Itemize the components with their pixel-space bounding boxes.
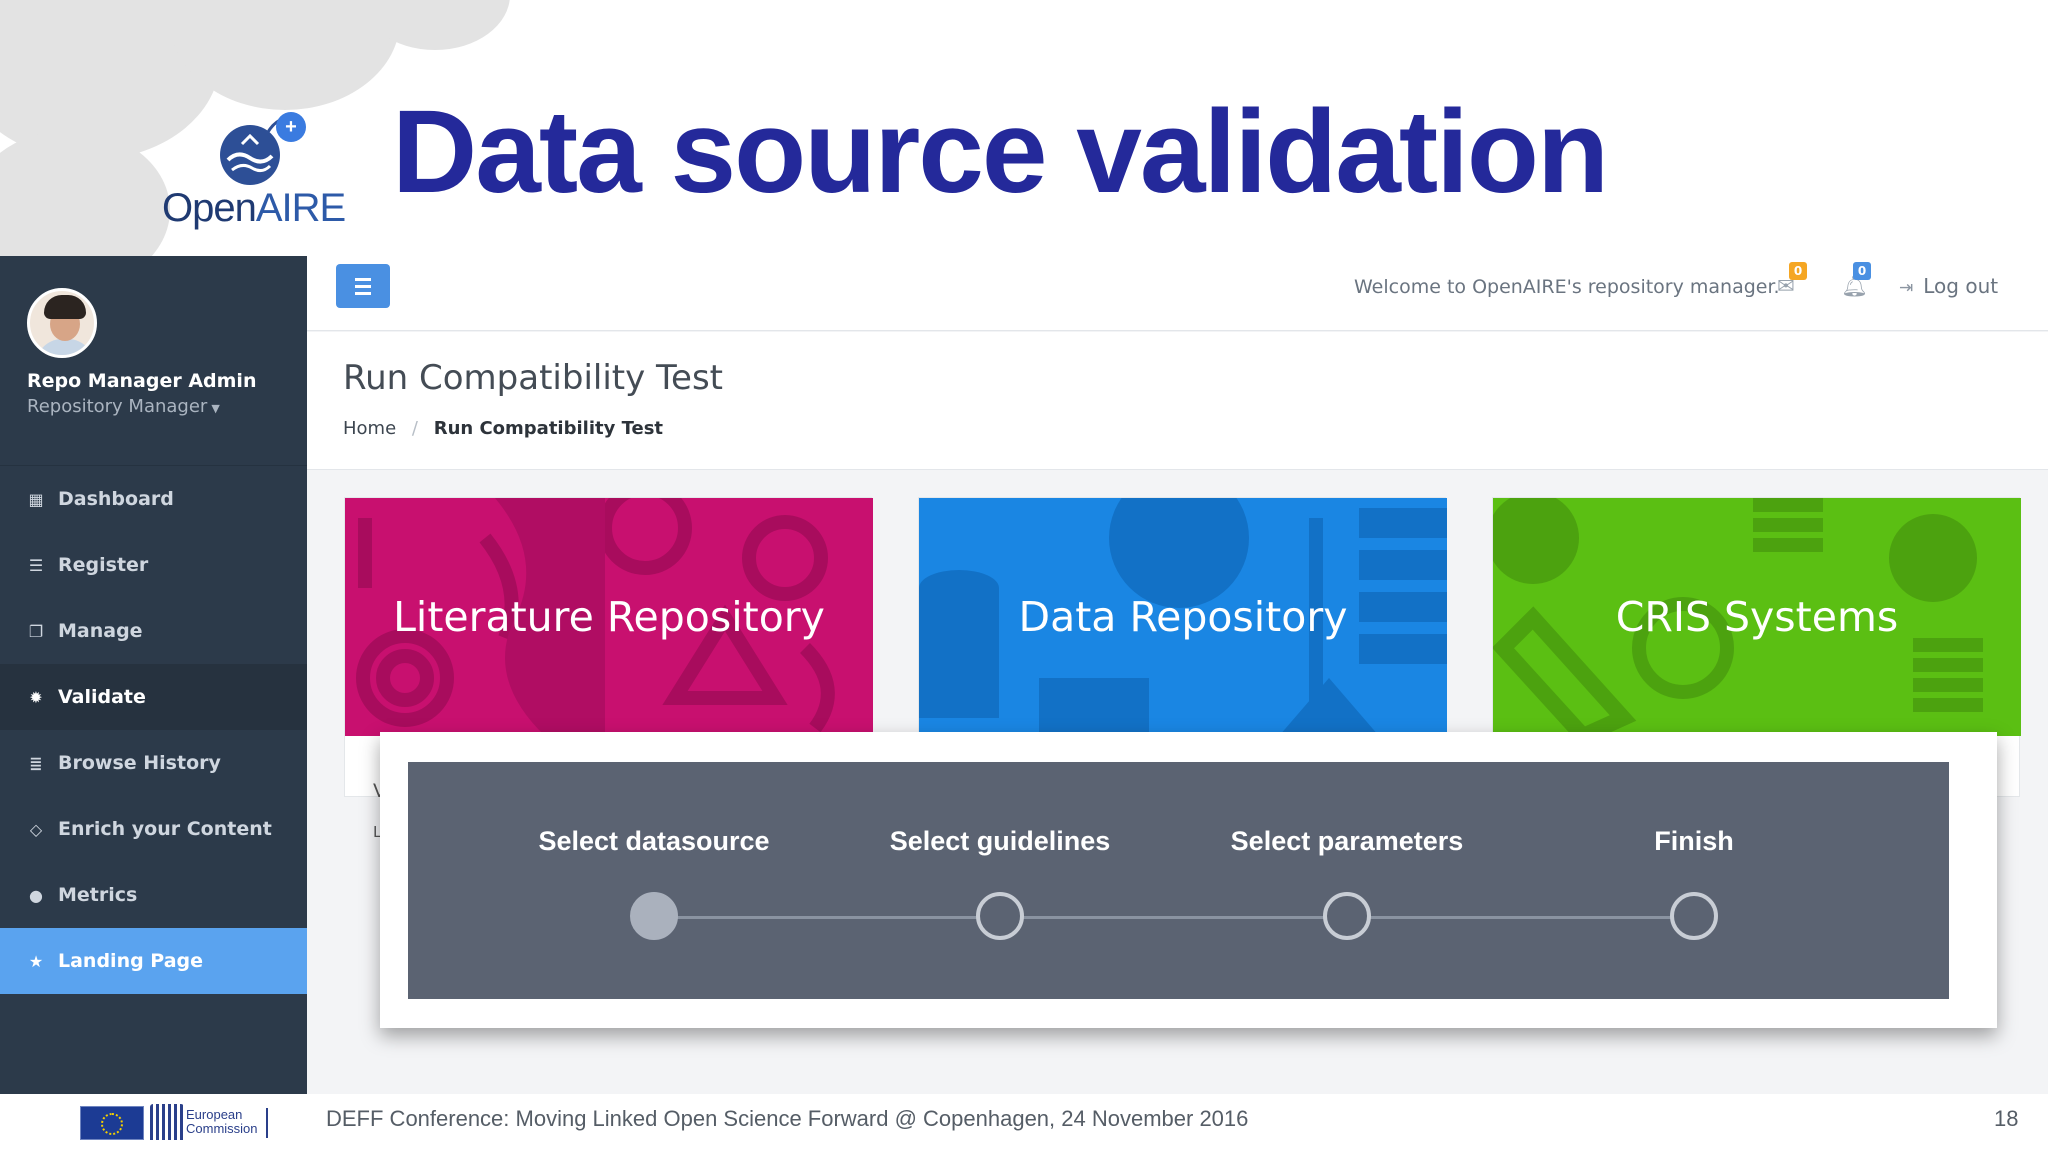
sidebar: Repo Manager Admin Repository Manager ▼ ▦… [0, 256, 307, 1094]
sidebar-item-register[interactable]: ☰ Register [0, 532, 307, 598]
slide-title: Data source validation [392, 86, 1609, 218]
validation-wizard-callout: Select datasource Select guidelines Sele… [380, 732, 1997, 1028]
eu-flag-icon [80, 1106, 144, 1140]
sidebar-item-label: Manage [58, 620, 143, 642]
breadcrumb: Home / Run Compatibility Test [343, 418, 663, 439]
database-icon: ☰ [28, 555, 44, 575]
star-icon: ★ [28, 951, 44, 971]
sidebar-nav: ▦ Dashboard ☰ Register ❐ Manage ✹ Valida… [0, 466, 307, 994]
sidebar-item-validate[interactable]: ✹ Validate [0, 664, 307, 730]
breadcrumb-separator: / [411, 418, 418, 439]
sidebar-item-manage[interactable]: ❐ Manage [0, 598, 307, 664]
avatar[interactable] [27, 288, 97, 358]
sidebar-item-label: Validate [58, 686, 146, 708]
wizard-step-select-datasource[interactable]: Select datasource [484, 762, 824, 999]
hamburger-icon [355, 277, 371, 281]
user-name: Repo Manager Admin [27, 370, 257, 392]
diamond-icon: ◇ [29, 819, 43, 839]
breadcrumb-current: Run Compatibility Test [433, 418, 664, 439]
dashboard-icon: ▦ [28, 489, 44, 509]
sidebar-item-label: Landing Page [58, 950, 204, 972]
sidebar-item-label: Browse History [58, 752, 221, 774]
sidebar-item-label: Enrich your Content [58, 818, 272, 840]
globe-icon: ● [29, 885, 43, 905]
sidebar-item-dashboard[interactable]: ▦ Dashboard [0, 466, 307, 532]
messages-badge: 0 [1789, 262, 1807, 280]
step-indicator [1323, 892, 1371, 940]
page-title: Run Compatibility Test [343, 358, 723, 398]
sidebar-item-metrics[interactable]: ● Metrics [0, 862, 307, 928]
sidebar-item-label: Register [58, 554, 149, 576]
european-commission-logo: European Commission [80, 1102, 270, 1142]
hamburger-menu-button[interactable] [336, 264, 390, 308]
logo-wordmark: OpenAIRE [162, 186, 346, 230]
sign-out-icon: ⇥ [1899, 278, 1914, 298]
sidebar-item-label: Dashboard [58, 488, 174, 510]
sidebar-item-label: Metrics [58, 884, 138, 906]
card-title: CRIS Systems [1615, 593, 1899, 641]
svg-text:+: + [285, 116, 297, 138]
eu-logo-text: European Commission [186, 1107, 258, 1136]
card-title: Literature Repository [393, 593, 825, 641]
user-profile: Repo Manager Admin Repository Manager ▼ [0, 256, 307, 466]
gear-icon: ✹ [29, 687, 43, 707]
step-indicator [976, 892, 1024, 940]
sidebar-item-browse-history[interactable]: ≣ Browse History [0, 730, 307, 796]
notifications-badge: 0 [1853, 262, 1871, 280]
slide-number: 18 [1994, 1106, 2019, 1131]
caret-down-icon: ▼ [211, 402, 220, 415]
sidebar-item-landing-page[interactable]: ★ Landing Page [0, 928, 307, 994]
manage-icon: ❐ [28, 621, 44, 641]
wizard-step-select-guidelines[interactable]: Select guidelines [830, 762, 1170, 999]
welcome-message: Welcome to OpenAIRE's repository manager… [1354, 276, 1780, 298]
footer-caption: DEFF Conference: Moving Linked Open Scie… [326, 1106, 1249, 1131]
step-indicator [1670, 892, 1718, 940]
step-label: Select guidelines [889, 826, 1111, 856]
step-label: Select parameters [1230, 826, 1464, 856]
logout-link[interactable]: ⇥ Log out [1899, 274, 1998, 298]
page-header: Run Compatibility Test Home / Run Compat… [307, 332, 2048, 470]
openaire-logo: + OpenAIRE [150, 100, 370, 240]
user-role-dropdown[interactable]: Repository Manager ▼ [27, 396, 307, 417]
list-icon: ≣ [29, 753, 43, 773]
step-label: Finish [1654, 826, 1734, 856]
commission-building-icon [150, 1104, 184, 1140]
breadcrumb-home-link[interactable]: Home [343, 418, 396, 439]
card-title: Data Repository [1018, 593, 1348, 641]
slide-footer: European Commission DEFF Conference: Mov… [0, 1094, 2048, 1152]
openaire-logo-icon: + [220, 112, 306, 185]
slide-header: + OpenAIRE Data source validation [0, 0, 2048, 256]
sidebar-item-enrich-content[interactable]: ◇ Enrich your Content [0, 796, 307, 862]
top-bar: Welcome to OpenAIRE's repository manager… [307, 256, 2048, 331]
step-indicator-completed [630, 892, 678, 940]
wizard-step-select-parameters[interactable]: Select parameters [1177, 762, 1517, 999]
step-label: Select datasource [538, 826, 770, 856]
validation-wizard: Select datasource Select guidelines Sele… [408, 762, 1949, 999]
wizard-step-finish[interactable]: Finish [1524, 762, 1864, 999]
